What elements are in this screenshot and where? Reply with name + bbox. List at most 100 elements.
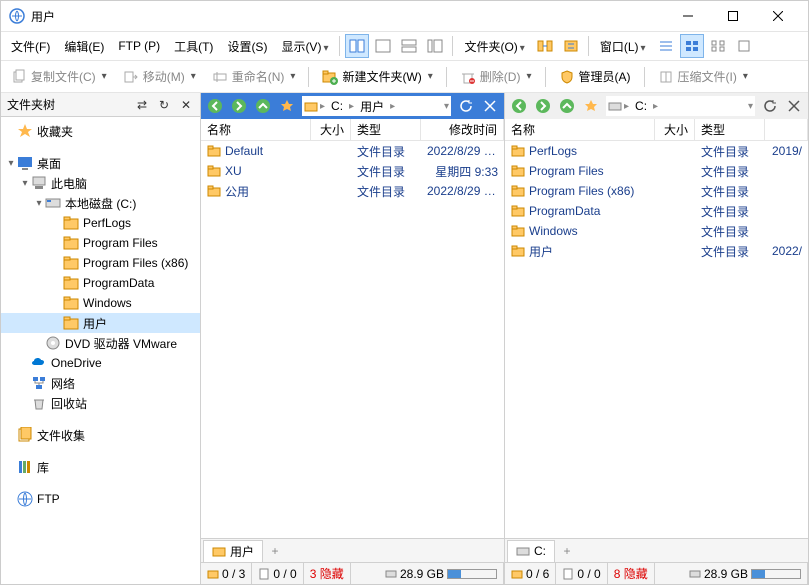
folder-tree[interactable]: 收藏夹 ▾桌面 ▾此电脑 ▾本地磁盘 (C:) PerfLogs Program… — [1, 117, 200, 584]
col-modified[interactable] — [765, 119, 808, 140]
layout-single-button[interactable] — [371, 34, 395, 58]
list-view-button[interactable] — [680, 34, 704, 58]
col-size[interactable]: 大小 — [655, 119, 695, 140]
tree-ftp[interactable]: FTP — [1, 489, 200, 509]
right-usage-bar — [751, 569, 801, 579]
nav-fav-button[interactable] — [276, 95, 298, 117]
col-type[interactable]: 类型 — [695, 119, 765, 140]
right-tabbar: C: + — [505, 538, 808, 562]
right-filelist[interactable]: PerfLogs文件目录2019/Program Files文件目录Progra… — [505, 141, 808, 538]
admin-button[interactable]: 管理员(A) — [553, 65, 637, 88]
file-icon — [562, 568, 574, 580]
file-row[interactable]: 公用文件目录2022/8/29 11:43 — [201, 181, 504, 201]
rename-button[interactable]: 重命名(N)▾ — [206, 65, 302, 88]
tree-dvd[interactable]: DVD 驱动器 VMware — [1, 333, 200, 353]
left-tab[interactable]: 用户 — [203, 540, 263, 562]
right-status: 0 / 6 0 / 0 8 隐藏 28.9 GB — [505, 562, 808, 584]
tree-filecoll[interactable]: 文件收集 — [1, 425, 200, 445]
menu-edit[interactable]: 编辑(E) — [58, 34, 110, 59]
nav-close-button[interactable] — [479, 95, 501, 117]
crumb-c[interactable]: C: — [327, 99, 347, 113]
file-row[interactable]: Program Files文件目录 — [505, 161, 808, 181]
nav-fav-button[interactable] — [580, 95, 602, 117]
file-row[interactable]: Windows文件目录 — [505, 221, 808, 241]
left-tab-add[interactable]: + — [265, 541, 285, 561]
folder-icon — [304, 99, 318, 113]
nav-refresh-button[interactable] — [455, 95, 477, 117]
sync-button[interactable] — [533, 34, 557, 58]
nav-up-button[interactable] — [556, 95, 578, 117]
layout-dual-button[interactable] — [345, 34, 369, 58]
layout-vert-button[interactable] — [397, 34, 421, 58]
col-size[interactable]: 大小 — [311, 119, 351, 140]
nav-forward-button[interactable] — [228, 95, 250, 117]
tree-close-icon[interactable]: ✕ — [178, 97, 194, 113]
file-row[interactable]: PerfLogs文件目录2019/ — [505, 141, 808, 161]
tree-desktop[interactable]: ▾桌面 — [1, 153, 200, 173]
tree-library[interactable]: 库 — [1, 457, 200, 477]
menu-window[interactable]: 窗口(L)▾ — [594, 34, 652, 59]
menu-settings[interactable]: 设置(S) — [221, 34, 273, 59]
tree-windows[interactable]: Windows — [1, 293, 200, 313]
tree-onedrive[interactable]: OneDrive — [1, 353, 200, 373]
thumb-view-button[interactable] — [706, 34, 730, 58]
nav-forward-button[interactable] — [532, 95, 554, 117]
crumb-c[interactable]: C: — [631, 99, 651, 113]
copy-button[interactable]: 复制文件(C)▾ — [5, 65, 113, 88]
menu-file[interactable]: 文件(F) — [5, 34, 56, 59]
close-button[interactable] — [755, 1, 800, 31]
tree-sync-icon[interactable]: ⇄ — [134, 97, 150, 113]
compress-button[interactable]: 压缩文件(I)▾ — [652, 65, 754, 88]
menu-ftp[interactable]: FTP (P) — [112, 35, 166, 57]
swap-button[interactable] — [559, 34, 583, 58]
tree-users[interactable]: 用户 — [1, 313, 200, 333]
tree-network[interactable]: 网络 — [1, 373, 200, 393]
file-row[interactable]: XU文件目录星期四 9:33 — [201, 161, 504, 181]
file-row[interactable]: ProgramData文件目录 — [505, 201, 808, 221]
menu-tools[interactable]: 工具(T) — [168, 34, 219, 59]
nav-close-button[interactable] — [783, 95, 805, 117]
menu-view[interactable]: 显示(V)▾ — [275, 34, 334, 59]
left-columns: 名称 大小 类型 修改时间 — [201, 119, 504, 141]
nav-up-button[interactable] — [252, 95, 274, 117]
window-title: 用户 — [31, 8, 665, 25]
left-tabbar: 用户 + — [201, 538, 504, 562]
delete-button[interactable]: 删除(D)▾ — [454, 65, 538, 88]
file-row[interactable]: Program Files (x86)文件目录 — [505, 181, 808, 201]
tree-localdisk[interactable]: ▾本地磁盘 (C:) — [1, 193, 200, 213]
right-addressbar[interactable]: ▸ C: ▸ ▾ — [606, 96, 755, 116]
maximize-button[interactable] — [710, 1, 755, 31]
tree-refresh-icon[interactable]: ↻ — [156, 97, 172, 113]
tree-progfiles[interactable]: Program Files — [1, 233, 200, 253]
tree-recycle[interactable]: 回收站 — [1, 393, 200, 413]
nav-back-button[interactable] — [508, 95, 530, 117]
col-name[interactable]: 名称 — [201, 119, 311, 140]
crumb-users[interactable]: 用户 — [356, 98, 388, 115]
tree-thispc[interactable]: ▾此电脑 — [1, 173, 200, 193]
right-tab[interactable]: C: — [507, 540, 555, 562]
minimize-button[interactable] — [665, 1, 710, 31]
left-size: 0 / 0 — [273, 567, 296, 581]
col-modified[interactable]: 修改时间 — [421, 119, 504, 140]
right-tab-add[interactable]: + — [557, 541, 577, 561]
left-addressbar[interactable]: ▸ C: ▸ 用户 ▸ ▾ — [302, 96, 451, 116]
menu-folder[interactable]: 文件夹(O)▾ — [458, 34, 530, 59]
col-name[interactable]: 名称 — [505, 119, 655, 140]
newfolder-button[interactable]: 新建文件夹(W)▾ — [316, 65, 438, 88]
file-row[interactable]: Default文件目录2022/8/29 11:41 — [201, 141, 504, 161]
col-type[interactable]: 类型 — [351, 119, 421, 140]
tree-favorites[interactable]: 收藏夹 — [1, 121, 200, 141]
move-button[interactable]: 移动(M)▾ — [117, 65, 202, 88]
detail-view-button[interactable] — [654, 34, 678, 58]
tree-progdata[interactable]: ProgramData — [1, 273, 200, 293]
left-filelist[interactable]: Default文件目录2022/8/29 11:41XU文件目录星期四 9:33… — [201, 141, 504, 538]
tree-perflogs[interactable]: PerfLogs — [1, 213, 200, 233]
file-row[interactable]: 用户文件目录2022/ — [505, 241, 808, 261]
nav-back-button[interactable] — [204, 95, 226, 117]
tree-progfiles86[interactable]: Program Files (x86) — [1, 253, 200, 273]
disk-icon — [385, 568, 397, 580]
layout-tree-button[interactable] — [423, 34, 447, 58]
file-icon — [258, 568, 270, 580]
nav-refresh-button[interactable] — [759, 95, 781, 117]
icon-view-button[interactable] — [732, 34, 756, 58]
